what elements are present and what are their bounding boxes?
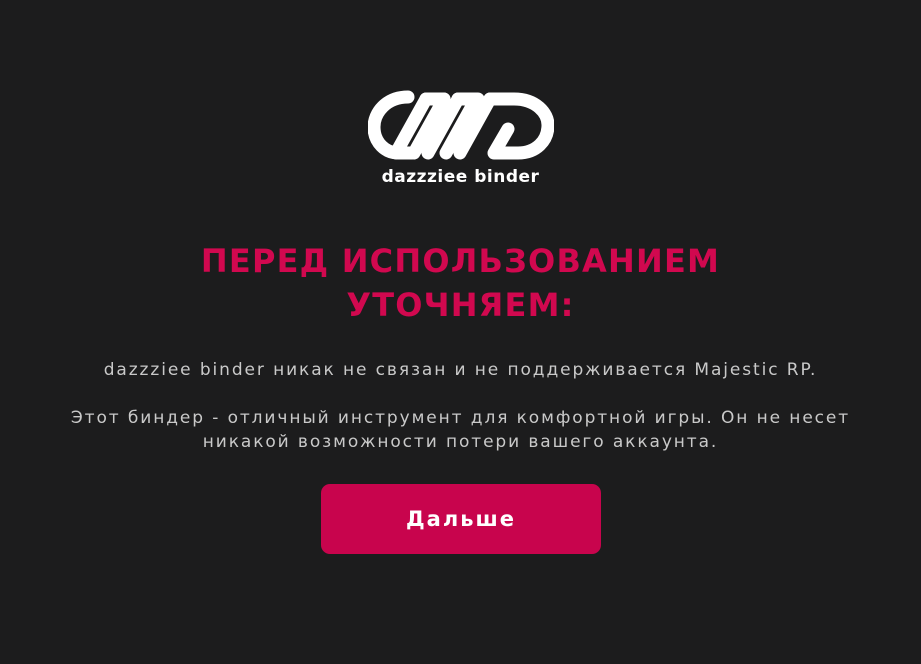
headline-line: ПЕРЕД ИСПОЛЬЗОВАНИЕМ	[200, 242, 721, 280]
app-name: dazzziee binder	[381, 167, 540, 187]
welcome-screen: dazzziee binder ПЕРЕД ИСПОЛЬЗОВАНИЕМ УТО…	[0, 0, 921, 664]
headline-line: УТОЧНЯЕМ:	[346, 286, 575, 324]
notice-headline: ПЕРЕД ИСПОЛЬЗОВАНИЕМ УТОЧНЯЕМ:	[0, 239, 921, 327]
info-line: никакой возможности потери вашего аккаун…	[202, 432, 719, 452]
info-line: Этот биндер - отличный инструмент для ко…	[70, 408, 851, 428]
info-text: Этот биндер - отличный инструмент для ко…	[40, 406, 881, 454]
infinity-links-logo-icon	[368, 89, 554, 162]
disclaimer-text: dazzziee binder никак не связан и не под…	[103, 360, 818, 380]
next-button[interactable]: Дальше	[321, 484, 601, 554]
